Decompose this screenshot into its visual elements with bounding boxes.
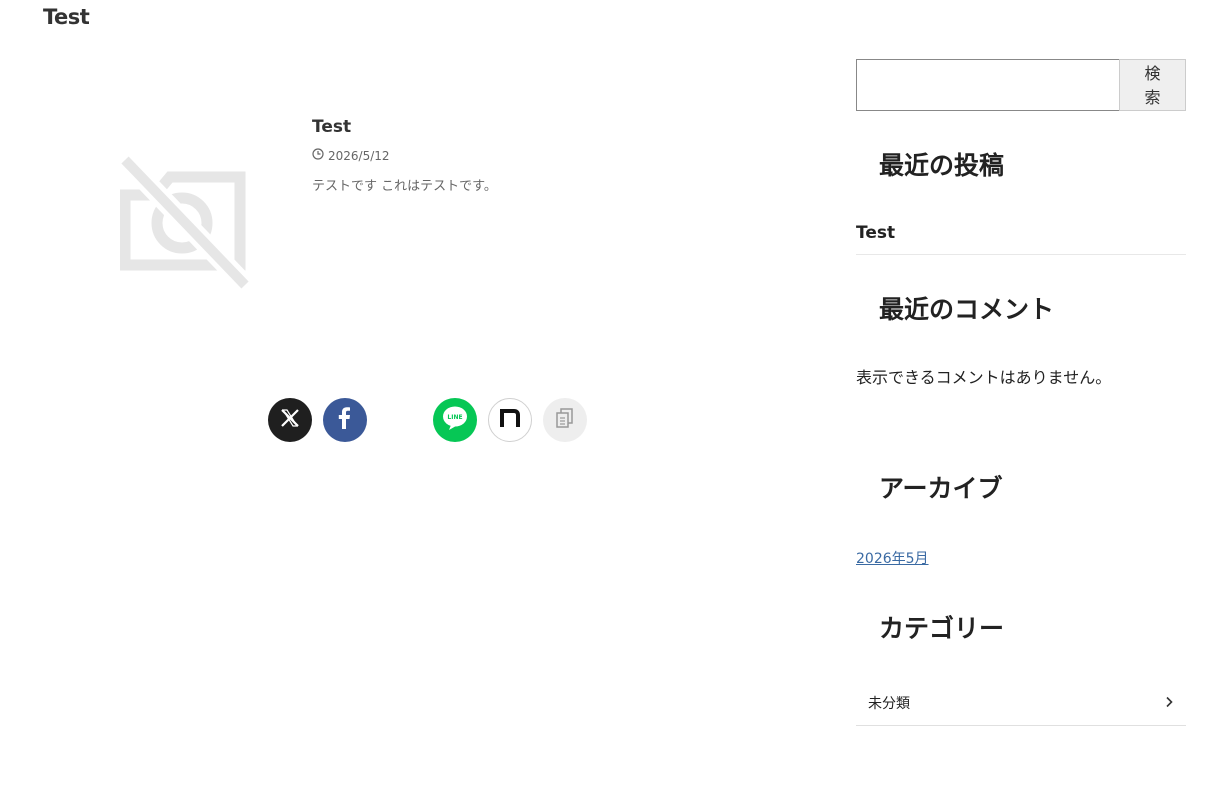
post-excerpt: テストです これはテストです。	[312, 179, 497, 194]
archive-item[interactable]: 2026年5月	[856, 548, 929, 568]
post-date-text: 2026/5/12	[328, 148, 390, 163]
share-facebook-button[interactable]	[323, 398, 367, 442]
categories-title: カテゴリー	[879, 614, 1005, 643]
site-title[interactable]: Test	[43, 5, 90, 29]
share-note-button[interactable]	[488, 398, 532, 442]
line-icon: LINE	[441, 405, 469, 435]
post-card[interactable]: Test 2026/5/12 テストです これはテストです。	[60, 100, 800, 350]
recent-posts-title: 最近の投稿	[879, 151, 1005, 180]
recent-post-item[interactable]: Test	[856, 223, 895, 243]
no-comments-text: 表示できるコメントはありません。	[856, 368, 1112, 387]
search-input[interactable]	[856, 59, 1120, 111]
no-image-icon	[117, 153, 253, 292]
facebook-icon	[335, 407, 355, 433]
search-button[interactable]: 検索	[1119, 59, 1186, 111]
category-item[interactable]: 未分類	[856, 680, 1186, 726]
share-copy-button[interactable]	[543, 398, 587, 442]
share-x-button[interactable]	[268, 398, 312, 442]
clock-icon	[312, 148, 324, 163]
post-date: 2026/5/12	[312, 148, 390, 163]
copy-icon	[555, 407, 575, 433]
svg-text:LINE: LINE	[447, 414, 462, 421]
chevron-right-icon	[1164, 693, 1174, 712]
category-label: 未分類	[868, 695, 910, 712]
share-line-button[interactable]: LINE	[433, 398, 477, 442]
divider	[856, 254, 1186, 255]
x-icon	[280, 408, 300, 432]
archives-title: アーカイブ	[879, 474, 1003, 503]
note-icon	[499, 407, 521, 433]
recent-comments-title: 最近のコメント	[879, 295, 1055, 324]
post-title[interactable]: Test	[312, 117, 351, 137]
